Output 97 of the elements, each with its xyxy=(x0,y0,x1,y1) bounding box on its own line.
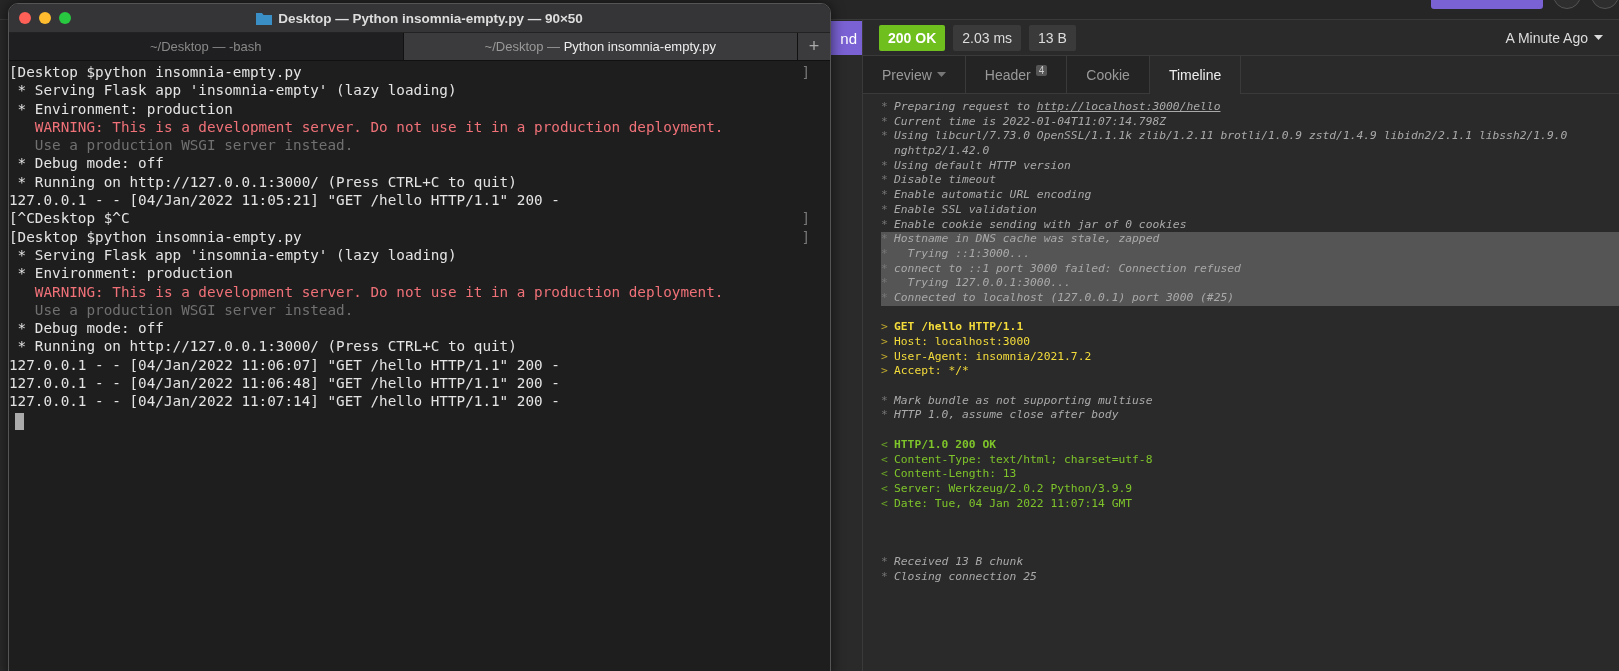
folder-icon xyxy=(256,11,273,25)
minimize-icon[interactable] xyxy=(39,12,51,24)
timeline-line: nghttp2/1.42.0 xyxy=(894,144,990,159)
line-prefix: * xyxy=(881,217,888,231)
timeline-line: Host: localhost:3000 xyxy=(894,335,1031,350)
terminal-line: * Serving Flask app 'insomnia-empty' (lazy loading) xyxy=(16,245,457,265)
timeline-line: Accept: */* xyxy=(894,364,969,380)
close-icon[interactable] xyxy=(19,12,31,24)
line-prefix: < xyxy=(881,452,888,466)
timeline-line: Server: Werkzeug/2.0.2 Python/3.9.9 xyxy=(894,481,1133,497)
timeline-line: Disable timeout xyxy=(894,173,997,189)
terminal-line: * Running on http://127.0.0.1:3000/ (Press CTRL+C to quit) xyxy=(16,172,517,192)
terminal-line: 127.0.0.1 - - [04/Jan/2022 11:05:21] "GET /hello HTTP/1.1" 200 - xyxy=(9,191,560,210)
status-badge: 200 OK xyxy=(879,24,946,51)
line-prefix: < xyxy=(881,481,888,495)
window-title: Desktop — Python insomnia-empty.py — 90×50 xyxy=(278,10,583,26)
line-prefix: * xyxy=(881,158,888,172)
count-badge: 4 xyxy=(1035,65,1048,76)
line-prefix: * xyxy=(881,188,888,202)
line-prefix: * xyxy=(881,202,888,216)
line-prefix: * xyxy=(881,290,888,304)
response-tab[interactable]: Header 4 xyxy=(965,56,1068,93)
terminal-line: WARNING: This is a development server. Do not use it in a production deployment. xyxy=(33,282,724,301)
terminal-line: 127.0.0.1 - - [04/Jan/2022 11:06:48] "GET /hello HTTP/1.1" 200 - xyxy=(9,374,560,393)
line-prefix: * xyxy=(881,246,888,260)
timeline-line: Preparing request to http://localhost:3000/hello xyxy=(894,100,1221,115)
line-prefix: * xyxy=(881,129,888,143)
terminal-tab[interactable]: ~/Desktop — -bash xyxy=(9,33,404,60)
timeline-line: Date: Tue, 04 Jan 2022 11:07:14 GMT xyxy=(894,496,1133,512)
timeline-line: Enable cookie sending with jar of 0 cookies xyxy=(894,217,1187,233)
line-prefix: * xyxy=(881,393,888,407)
line-prefix: > xyxy=(881,349,888,363)
timeline-line: Received 13 B chunk xyxy=(894,555,1024,570)
terminal-line: Use a production WSGI server instead. xyxy=(33,136,354,155)
response-tab[interactable]: Timeline xyxy=(1149,56,1242,94)
terminal-line: WARNING: This is a development server. Do not use it in a production deployment. xyxy=(33,117,724,137)
line-prefix: > xyxy=(881,320,888,334)
history-dropdown[interactable]: A Minute Ago xyxy=(1505,29,1603,46)
terminal-line: * Environment: production xyxy=(16,99,233,118)
line-prefix: * xyxy=(881,232,888,246)
caret-icon xyxy=(1594,34,1603,41)
response-size: 13 B xyxy=(1029,24,1076,51)
line-prefix: * xyxy=(881,570,888,583)
terminal-line: * Environment: production xyxy=(16,264,233,283)
timeline-line: Closing connection 25 xyxy=(894,570,1037,585)
line-prefix: * xyxy=(881,261,888,275)
line-mark: ] xyxy=(801,209,810,228)
terminal-line: * Running on http://127.0.0.1:3000/ (Press CTRL+C to quit) xyxy=(16,337,517,356)
timeline-line: HTTP/1.0 200 OK xyxy=(894,437,997,453)
line-prefix: * xyxy=(881,114,888,128)
timeline-line: Using default HTTP version xyxy=(894,158,1071,174)
caret-icon[interactable] xyxy=(936,71,946,78)
terminal-line: 127.0.0.1 - - [04/Jan/2022 11:07:14] "GET /hello HTTP/1.1" 200 - xyxy=(9,392,560,411)
line-prefix: * xyxy=(881,100,888,113)
timeline-line: Connected to localhost (127.0.0.1) port 3000 (#25) xyxy=(894,290,1235,306)
line-mark: ] xyxy=(801,63,810,82)
line-prefix: * xyxy=(881,408,888,422)
line-prefix: < xyxy=(881,496,888,510)
timeline-line: User-Agent: insomnia/2021.7.2 xyxy=(894,349,1092,365)
timeline-line: connect to ::1 port 3000 failed: Connection refused xyxy=(894,261,1241,277)
terminal-line: [Desktop $python insomnia-empty.py xyxy=(9,63,302,82)
response-time: 2.03 ms xyxy=(953,24,1022,51)
timeline-line: Trying ::1:3000... xyxy=(906,246,1031,262)
terminal-line: * Debug mode: off xyxy=(16,154,164,173)
terminal-line: * Serving Flask app 'insomnia-empty' (lazy loading) xyxy=(16,81,457,100)
timeline-line: Content-Length: 13 xyxy=(894,467,1017,482)
timeline-line: Using libcurl/7.73.0 OpenSSL/1.1.1k zlib/1.2.11 brotli/1.0.9 zstd/1.4.9 libidn2/2.1.1 libssh2/1.9.0 xyxy=(894,129,1568,145)
timeline-line: GET /hello HTTP/1.1 xyxy=(894,320,1024,335)
timeline-line: Current time is 2022-01-04T11:07:14.798Z xyxy=(894,114,1167,130)
line-mark: ] xyxy=(801,227,810,246)
timeline-line: Mark bundle as not supporting multiuse xyxy=(894,393,1153,409)
line-prefix: > xyxy=(881,335,888,348)
url-link[interactable]: http://localhost:3000/hello xyxy=(1036,100,1221,113)
terminal-line: [^CDesktop $^C xyxy=(9,209,130,228)
line-prefix: < xyxy=(881,467,888,481)
timeline-line: Enable automatic URL encoding xyxy=(894,188,1092,203)
timeline-line: Enable SSL validation xyxy=(894,202,1037,218)
new-tab-button[interactable]: + xyxy=(798,33,830,60)
timeline-line: HTTP 1.0, assume close after body xyxy=(894,408,1119,424)
terminal-line: Use a production WSGI server instead. xyxy=(33,300,354,320)
line-prefix: < xyxy=(881,437,888,451)
line-prefix: * xyxy=(881,276,888,290)
line-prefix: * xyxy=(881,173,888,187)
terminal-line: 127.0.0.1 - - [04/Jan/2022 11:06:07] "GET /hello HTTP/1.1" 200 - xyxy=(9,355,560,375)
terminal-line: [Desktop $python insomnia-empty.py xyxy=(9,227,302,246)
terminal-line: * Debug mode: off xyxy=(16,319,164,338)
response-tab[interactable]: Cookie xyxy=(1067,56,1150,93)
line-prefix: * xyxy=(881,555,888,569)
response-tab[interactable]: Preview xyxy=(863,56,966,93)
maximize-icon[interactable] xyxy=(59,12,71,24)
line-prefix: > xyxy=(881,364,888,378)
timeline-line: Content-Type: text/html; charset=utf-8 xyxy=(894,452,1153,468)
send-button[interactable]: nd xyxy=(831,21,862,55)
timeline-line: Trying 127.0.0.1:3000... xyxy=(906,276,1071,291)
text-cursor xyxy=(15,412,24,430)
timeline-line: Hostname in DNS cache was stale, zapped xyxy=(894,232,1160,247)
terminal-tab[interactable]: ~/Desktop — Python insomnia-empty.py xyxy=(403,33,798,60)
